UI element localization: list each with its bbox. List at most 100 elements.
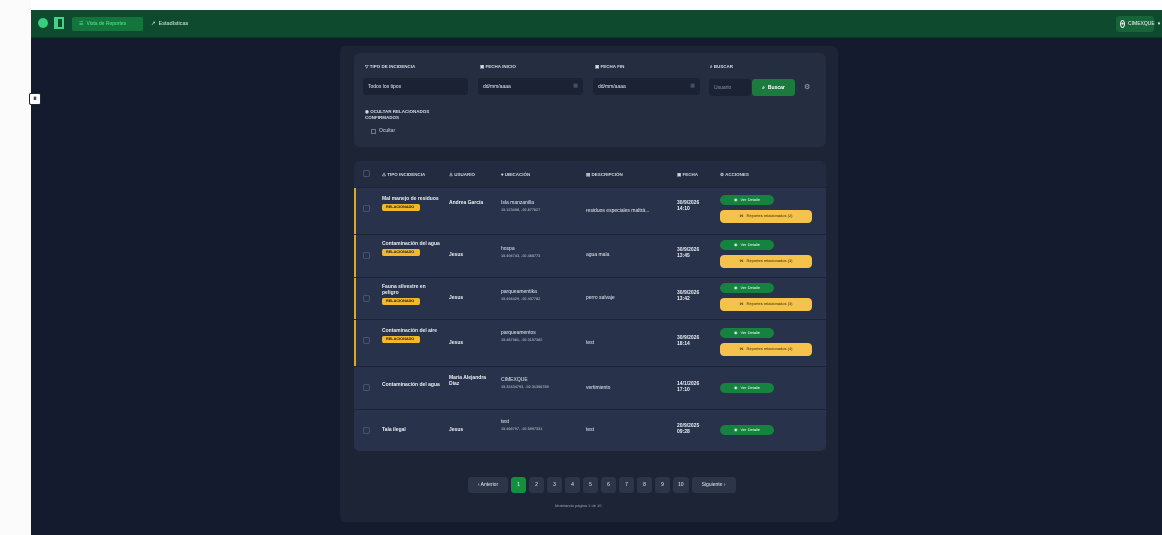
link-icon: ⋈ xyxy=(739,301,744,307)
incident-type: Mal manejo de residuos RELACIONADO xyxy=(382,196,439,211)
report-date: 30/9/2026 18:14 xyxy=(677,335,700,347)
pause-button[interactable]: ⏸ xyxy=(29,93,41,105)
eye-icon: ◉ xyxy=(733,284,738,290)
page-button-3[interactable]: 3 xyxy=(547,476,562,493)
coordinates: 15.32434793, -92.31356789 xyxy=(501,385,549,389)
eye-icon: ◉ xyxy=(733,426,738,432)
row-actions: ◉ Ver Detalle ⋈ Reportes relacionados (3) xyxy=(720,240,814,268)
select-all-checkbox[interactable] xyxy=(363,170,370,177)
row-actions: ◉ Ver Detalle xyxy=(720,425,814,435)
location: test 15.466797, -92.5997331 xyxy=(501,419,576,432)
table-row[interactable]: Contaminación del agua María Alejandra D… xyxy=(354,366,826,409)
row-checkbox[interactable] xyxy=(363,205,370,212)
coordinates: 15.123498, -92.877627 xyxy=(501,208,541,212)
coordinates: 15.494743, -92.465773 xyxy=(501,254,541,258)
related-filter-label: ◉ OCULTAR RELACIONADOS CONFIRMADOS xyxy=(365,109,430,120)
user-name: Jesus xyxy=(449,340,464,346)
view-detail-button[interactable]: ◉ Ver Detalle xyxy=(720,328,774,338)
incident-type: Fauna silvestre en peligro RELACIONADO xyxy=(382,284,426,305)
outer-left-edge xyxy=(0,0,31,535)
row-checkbox[interactable] xyxy=(363,384,370,391)
location: parqueamentos 15.487361, -92.3157382 xyxy=(501,330,576,343)
page-button-4[interactable]: 4 xyxy=(565,476,580,493)
top-navigation: ☰ Vista de Reportes ↗ Estadísticas ● CIM… xyxy=(31,10,1162,38)
app-window: ☰ Vista de Reportes ↗ Estadísticas ● CIM… xyxy=(31,10,1162,535)
eye-icon: ◉ xyxy=(733,329,738,335)
location: CIMEXQUE 15.32434793, -92.31356789 xyxy=(501,377,576,390)
table-row[interactable]: Contaminación del aire RELACIONADO Jesus … xyxy=(354,319,826,366)
view-detail-button[interactable]: ◉ Ver Detalle xyxy=(720,425,774,435)
settings-icon[interactable]: ⚙ xyxy=(804,83,810,91)
column-actions: ⚙ ACCIONES xyxy=(720,172,749,177)
page-button-1[interactable]: 1 xyxy=(511,476,526,493)
start-date-input[interactable]: dd/mm/aaaa ▦ xyxy=(478,78,583,95)
incident-type: Contaminación del agua xyxy=(382,382,440,388)
previous-page-button[interactable]: ‹ Anterior xyxy=(468,476,508,493)
page-button-2[interactable]: 2 xyxy=(529,476,544,493)
description: residuos especiales maltrá... xyxy=(586,208,650,214)
row-checkbox[interactable] xyxy=(363,295,370,302)
user-name: María Alejandra Díaz xyxy=(449,375,487,387)
link-icon: ⋈ xyxy=(739,213,744,219)
calendar-picker-icon: ▦ xyxy=(573,83,578,89)
column-incident-type[interactable]: ⚠ TIPO INCIDENCIA xyxy=(382,172,425,178)
related-reports-button[interactable]: ⋈ Reportes relacionados (2) xyxy=(720,210,812,223)
search-button[interactable]: ⌕ Buscar xyxy=(752,79,795,96)
row-checkbox[interactable] xyxy=(363,427,370,434)
end-date-input[interactable]: dd/mm/aaaa ▦ xyxy=(593,78,700,95)
related-reports-button[interactable]: ⋈ Reportes relacionados (3) xyxy=(720,298,812,311)
page-button-6[interactable]: 6 xyxy=(601,476,616,493)
related-reports-button[interactable]: ⋈ Reportes relacionados (3) xyxy=(720,255,812,268)
page-button-9[interactable]: 9 xyxy=(655,476,670,493)
incident-type: Contaminación del aire RELACIONADO xyxy=(382,328,438,343)
related-badge: RELACIONADO xyxy=(382,336,420,343)
pagination-caption: Mostrando página 1 de 10 xyxy=(555,503,602,508)
next-page-button[interactable]: Siguiente › xyxy=(691,476,736,493)
report-date: 30/9/2026 14:10 xyxy=(677,200,700,212)
checkbox-icon xyxy=(371,128,376,134)
report-date: 30/9/2026 13:45 xyxy=(677,247,700,259)
table-row[interactable]: Tala ilegal Jesus test 15.466797, -92.599… xyxy=(354,409,826,451)
column-location[interactable]: ⌖ UBICACIÓN xyxy=(501,172,530,177)
table-row[interactable]: Contaminación del agua RELACIONADO Jesus … xyxy=(354,234,826,277)
start-date-label: ▣ FECHA INICIO xyxy=(480,64,516,69)
incident-type-select[interactable]: Todos los tipos xyxy=(363,78,468,95)
column-user[interactable]: ♙ USUARIO xyxy=(449,172,475,178)
description: test xyxy=(586,340,595,346)
incident-type: Contaminación del agua RELACIONADO xyxy=(382,241,440,256)
user-menu-button[interactable]: ● CIMEXQUE ▾ xyxy=(1116,16,1160,32)
row-checkbox[interactable] xyxy=(363,337,370,344)
column-description[interactable]: ▤ DESCRIPCIÓN xyxy=(586,172,623,178)
view-detail-button[interactable]: ◉ Ver Detalle xyxy=(720,240,774,250)
row-checkbox[interactable] xyxy=(363,252,370,259)
column-date[interactable]: ▣ FECHA xyxy=(677,172,698,178)
user-search-input[interactable]: Usuario xyxy=(709,79,751,96)
related-badge: RELACIONADO xyxy=(382,204,420,211)
page-button-8[interactable]: 8 xyxy=(637,476,652,493)
hide-related-toggle[interactable]: Ocultar xyxy=(371,128,395,134)
chart-icon: ↗ xyxy=(151,21,156,27)
table-header: ⚠ TIPO INCIDENCIA ♙ USUARIO ⌖ UBICACIÓN … xyxy=(354,161,826,187)
view-detail-button[interactable]: ◉ Ver Detalle xyxy=(720,283,774,293)
report-date: 14/1/2026 17:10 xyxy=(677,381,700,393)
reports-tab[interactable]: ☰ Vista de Reportes xyxy=(72,17,143,31)
page-button-5[interactable]: 5 xyxy=(583,476,598,493)
incident-type-label: ▽ TIPO DE INCIDENCIA xyxy=(365,64,416,69)
row-actions: ◉ Ver Detalle ⋈ Reportes relacionados (4) xyxy=(720,328,814,356)
pagination: ‹ Anterior 1 2 3 4 5 6 7 8 9 10 Siguient… xyxy=(468,476,773,493)
table-row[interactable]: Fauna silvestre en peligro RELACIONADO Je… xyxy=(354,277,826,319)
search-label: ⌕ BUSCAR xyxy=(710,64,734,69)
table-row[interactable]: Mal manejo de residuos RELACIONADO Andrea… xyxy=(354,187,826,234)
related-badge: RELACIONADO xyxy=(382,249,420,256)
view-detail-button[interactable]: ◉ Ver Detalle xyxy=(720,383,774,393)
related-reports-button[interactable]: ⋈ Reportes relacionados (4) xyxy=(720,343,812,356)
user-name: Jesus xyxy=(449,295,464,301)
statistics-tab[interactable]: ↗ Estadísticas xyxy=(151,17,188,31)
view-detail-button[interactable]: ◉ Ver Detalle xyxy=(720,195,774,205)
page-button-10[interactable]: 10 xyxy=(673,476,689,493)
reports-table: ⚠ TIPO INCIDENCIA ♙ USUARIO ⌖ UBICACIÓN … xyxy=(354,161,826,451)
report-date: 30/9/2026 13:42 xyxy=(677,290,700,302)
user-name: Jesus xyxy=(449,427,464,433)
page-button-7[interactable]: 7 xyxy=(619,476,634,493)
statistics-tab-label: Estadísticas xyxy=(158,21,189,27)
